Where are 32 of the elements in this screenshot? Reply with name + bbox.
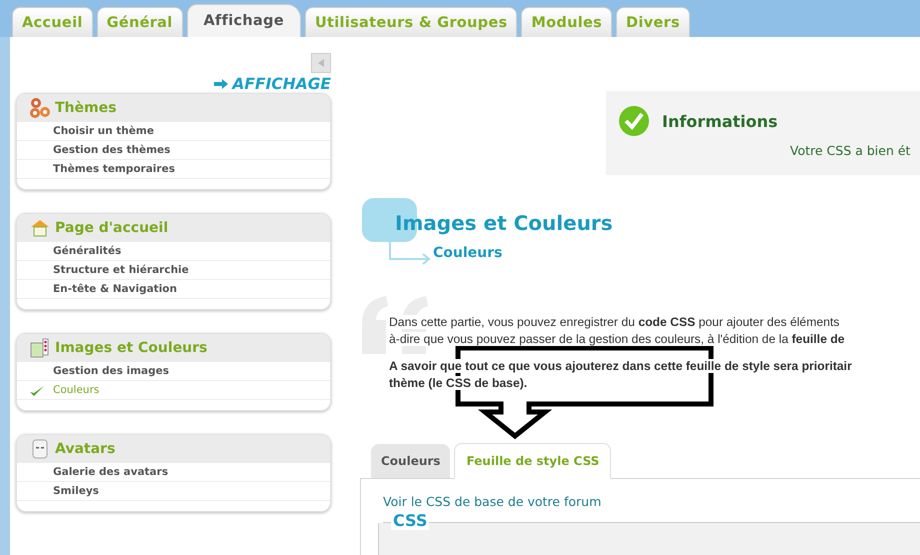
section-title: Page d'accueil	[55, 220, 168, 236]
base-css-link[interactable]: Voir le CSS de base de votre forum	[383, 494, 602, 509]
page-title: Images et Couleurs	[394, 210, 614, 235]
menu-item[interactable]: Galerie des avatars	[17, 463, 330, 482]
menu-item[interactable]: Structure et hiérarchie	[17, 261, 330, 280]
right-arrow-icon	[214, 79, 228, 89]
intro-paragraph: Dans cette partie, vous pouvez enregistrer du code CSS pour ajouter des éléments à-dire que vous pouvez passer de la gestion des couleurs, à l'édition de la feuille de	[389, 314, 846, 348]
menu-item[interactable]: En-tête & Navigation	[17, 280, 330, 299]
menu-item[interactable]: Smileys	[17, 482, 330, 501]
gears-icon	[29, 97, 51, 119]
section-title: Avatars	[55, 441, 116, 457]
menu-item[interactable]: Choisir un thème	[17, 122, 330, 141]
info-title: Informations	[662, 112, 778, 130]
page-subtitle: Couleurs	[432, 244, 504, 261]
check-circle-icon	[618, 105, 650, 137]
palette-icon	[29, 337, 51, 359]
fieldset-legend: CSS	[391, 511, 430, 530]
section-title: Thèmes	[55, 100, 116, 116]
house-icon	[29, 217, 51, 239]
collapse-button[interactable]	[311, 53, 331, 73]
menu-item[interactable]: Généralités	[17, 242, 330, 261]
check-icon	[29, 385, 45, 397]
menu-item[interactable]: Gestion des thèmes	[17, 141, 330, 160]
info-message: Votre CSS a bien ét	[790, 143, 912, 158]
menu-item[interactable]: Thèmes temporaires	[17, 160, 330, 179]
sidebar-heading: AFFICHAGE	[232, 75, 331, 93]
intro-paragraph: A savoir que tout ce que vous ajouterez dans cette feuille de style sera prioritair thème (le CSS de base).	[389, 358, 853, 392]
nav-tab[interactable]: Affichage	[186, 4, 301, 37]
sub-tab[interactable]: Couleurs	[371, 444, 450, 478]
left-triangle-icon	[316, 58, 326, 68]
section-title: Images et Couleurs	[55, 340, 208, 356]
menu-item[interactable]: Gestion des images	[17, 362, 330, 381]
